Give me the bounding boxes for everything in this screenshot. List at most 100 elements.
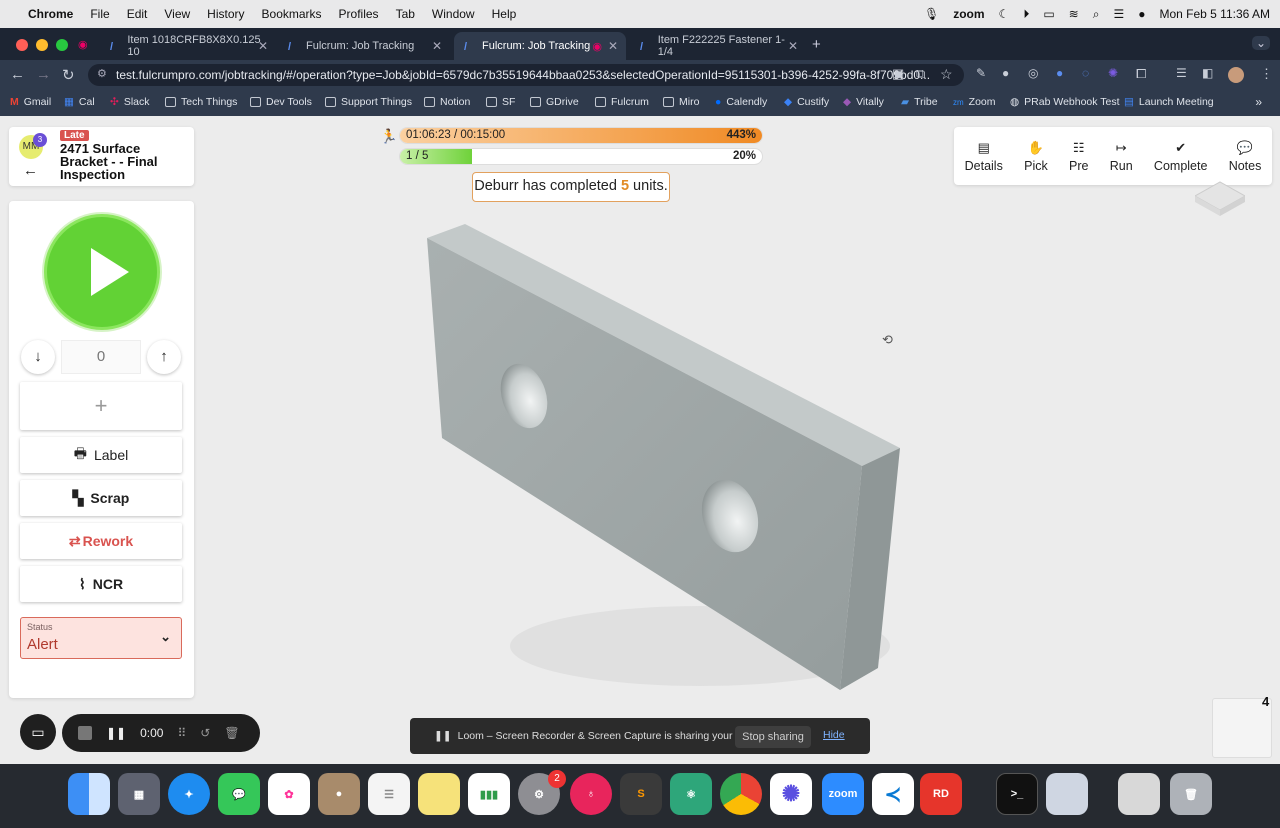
tab-search-chevron-icon[interactable]: ⌄ (1251, 36, 1270, 50)
close-tab-icon[interactable]: ✕ (608, 39, 618, 53)
search-icon[interactable]: ⌕ (1093, 7, 1100, 22)
bookmark-sf[interactable]: SF (486, 96, 515, 108)
close-window-button[interactable] (16, 39, 28, 51)
bookmark-fulcrum[interactable]: Fulcrum (595, 96, 649, 108)
cast-icon[interactable]: ⧉ (916, 66, 925, 82)
bookmark-calendly[interactable]: ● Calendly (715, 96, 767, 108)
maximize-window-button[interactable] (56, 39, 68, 51)
menu-bookmarks[interactable]: Bookmarks (262, 7, 322, 21)
zoom-app-icon[interactable]: zoom (822, 773, 864, 815)
add-button[interactable]: + (20, 382, 182, 430)
menu-window[interactable]: Window (432, 7, 475, 21)
more-bookmarks-icon[interactable]: » (1255, 95, 1262, 109)
run-button[interactable]: ↦ Run (1110, 140, 1133, 173)
status-select[interactable]: Status Alert ⌄ (20, 617, 182, 659)
notes-app-icon[interactable] (418, 773, 460, 815)
extension-gear-icon[interactable]: ✺ (1108, 66, 1118, 80)
bookmark-support-things[interactable]: Support Things (325, 96, 412, 108)
preview-icon[interactable] (1046, 773, 1088, 815)
hide-link[interactable]: Hide (823, 729, 845, 741)
forward-icon[interactable]: → (36, 66, 51, 83)
reload-icon[interactable]: ↻ (62, 66, 75, 84)
kebab-menu-icon[interactable]: ⋮ (1260, 66, 1273, 82)
extension-pen-icon[interactable]: ✎ (976, 66, 986, 80)
bookmark-star-icon[interactable]: ☆ (940, 66, 953, 83)
url-field[interactable]: ⚙ test.fulcrumpro.com/jobtracking/#/oper… (88, 64, 964, 86)
rider-icon[interactable]: RD (920, 773, 962, 815)
wifi-icon[interactable]: ≋ (1069, 7, 1079, 21)
view-cube[interactable] (1195, 176, 1245, 216)
bookmark-launch-meeting[interactable]: ▤ Launch Meeting (1124, 96, 1214, 108)
reading-list-icon[interactable]: ☰ (1176, 66, 1187, 80)
grid-dots-icon[interactable]: ⠿ (177, 726, 186, 740)
complete-button[interactable]: ✔ Complete (1154, 140, 1208, 173)
bookmark-zoom[interactable]: zm Zoom (953, 96, 996, 108)
zoom-status[interactable]: zoom (953, 7, 984, 21)
quantity-input[interactable]: 0 (61, 340, 141, 374)
back-arrow-icon[interactable]: ← (23, 162, 38, 179)
bookmark-cal[interactable]: ▦ Cal (64, 96, 95, 108)
bookmark-gmail[interactable]: M Gmail (10, 96, 51, 108)
play-circle-icon[interactable]: ⏵ (1023, 7, 1029, 22)
tab-item-f222225[interactable]: / Item F222225 Fastener 1-1/4 ✕ (630, 32, 806, 60)
menu-edit[interactable]: Edit (127, 7, 148, 21)
close-tab-icon[interactable]: ✕ (432, 39, 442, 53)
battery-icon[interactable]: ▭ (1043, 7, 1054, 21)
menu-file[interactable]: File (90, 7, 109, 21)
extensions-puzzle-icon[interactable]: ⧠ (1136, 66, 1146, 82)
terminal-icon[interactable]: >_ (996, 773, 1038, 815)
tab-fulcrum-job-tracking-1[interactable]: / Fulcrum: Job Tracking ✕ (278, 32, 450, 60)
control-center-icon[interactable]: ☰ (1113, 7, 1124, 21)
bookmark-tech-things[interactable]: Tech Things (165, 96, 237, 108)
decrement-arrow-down-icon[interactable]: ↓ (21, 340, 55, 374)
bookmark-prab-webhook-test[interactable]: ◍ PRab Webhook Test (1010, 96, 1120, 108)
menu-profiles[interactable]: Profiles (339, 7, 379, 21)
bookmark-vitally[interactable]: ◆ Vitally (843, 96, 884, 108)
back-icon[interactable]: ← (10, 66, 25, 83)
profile-avatar[interactable] (1228, 67, 1244, 83)
atom-app-icon[interactable]: ⚛ (670, 773, 712, 815)
reminders-icon[interactable]: ☰ (368, 773, 410, 815)
menu-view[interactable]: View (164, 7, 190, 21)
extension-signal-icon[interactable]: ◎ (1028, 66, 1038, 80)
minimize-window-button[interactable] (36, 39, 48, 51)
bookmark-tribe[interactable]: ▰ Tribe (901, 96, 938, 108)
photos-icon[interactable]: ✿ (268, 773, 310, 815)
camera-toggle-icon[interactable]: ▭ (20, 714, 56, 750)
moon-icon[interactable]: ☾ (999, 7, 1010, 21)
ncr-button[interactable]: ⌇ NCR (20, 566, 182, 602)
details-button[interactable]: ▤ Details (965, 140, 1003, 173)
stop-sharing-button[interactable]: Stop sharing (735, 726, 811, 748)
menu-app-name[interactable]: Chrome (28, 7, 73, 21)
label-button[interactable]: 🖶 Label (20, 437, 182, 473)
siri-icon[interactable]: ● (1138, 7, 1145, 21)
chrome-icon[interactable] (720, 773, 762, 815)
restart-icon[interactable]: ↺ (200, 726, 210, 740)
close-tab-icon[interactable]: ✕ (788, 39, 798, 53)
bookmark-notion[interactable]: Notion (424, 96, 470, 108)
tab-fulcrum-job-tracking-active[interactable]: / Fulcrum: Job Tracking ◉ ✕ (454, 32, 626, 60)
pre-button[interactable]: ☷ Pre (1069, 140, 1088, 173)
pin-app-icon[interactable]: ♁ (570, 773, 612, 815)
microphone-icon[interactable]: 🎙 (924, 7, 939, 21)
bookmark-gdrive[interactable]: GDrive (530, 96, 579, 108)
site-info-icon[interactable]: ⚙ (97, 67, 107, 80)
scrap-button[interactable]: ▚ Scrap (20, 480, 182, 516)
bookmark-miro[interactable]: Miro (663, 96, 699, 108)
pick-button[interactable]: ✋ Pick (1024, 140, 1048, 173)
rework-button[interactable]: ⇄ Rework (20, 523, 182, 559)
pause-icon[interactable]: ❚❚ (106, 726, 126, 740)
close-tab-icon[interactable]: ✕ (258, 39, 268, 53)
messages-icon[interactable]: 💬 (218, 773, 260, 815)
trash-bin-icon[interactable]: 🗑 (1170, 773, 1212, 815)
start-play-button[interactable] (44, 214, 160, 330)
bookmark-dev-tools[interactable]: Dev Tools (250, 96, 312, 108)
sublime-text-icon[interactable]: S (620, 773, 662, 815)
menu-help[interactable]: Help (492, 7, 517, 21)
numbers-icon[interactable]: ▮▮▮ (468, 773, 510, 815)
launchpad-icon[interactable]: ▦ (118, 773, 160, 815)
extension-f-icon[interactable]: ● (1056, 66, 1063, 80)
menu-tab[interactable]: Tab (396, 7, 415, 21)
pause-sharing-icon[interactable]: ❚❚ (434, 730, 452, 742)
bookmark-slack[interactable]: ✣ Slack (110, 96, 150, 108)
